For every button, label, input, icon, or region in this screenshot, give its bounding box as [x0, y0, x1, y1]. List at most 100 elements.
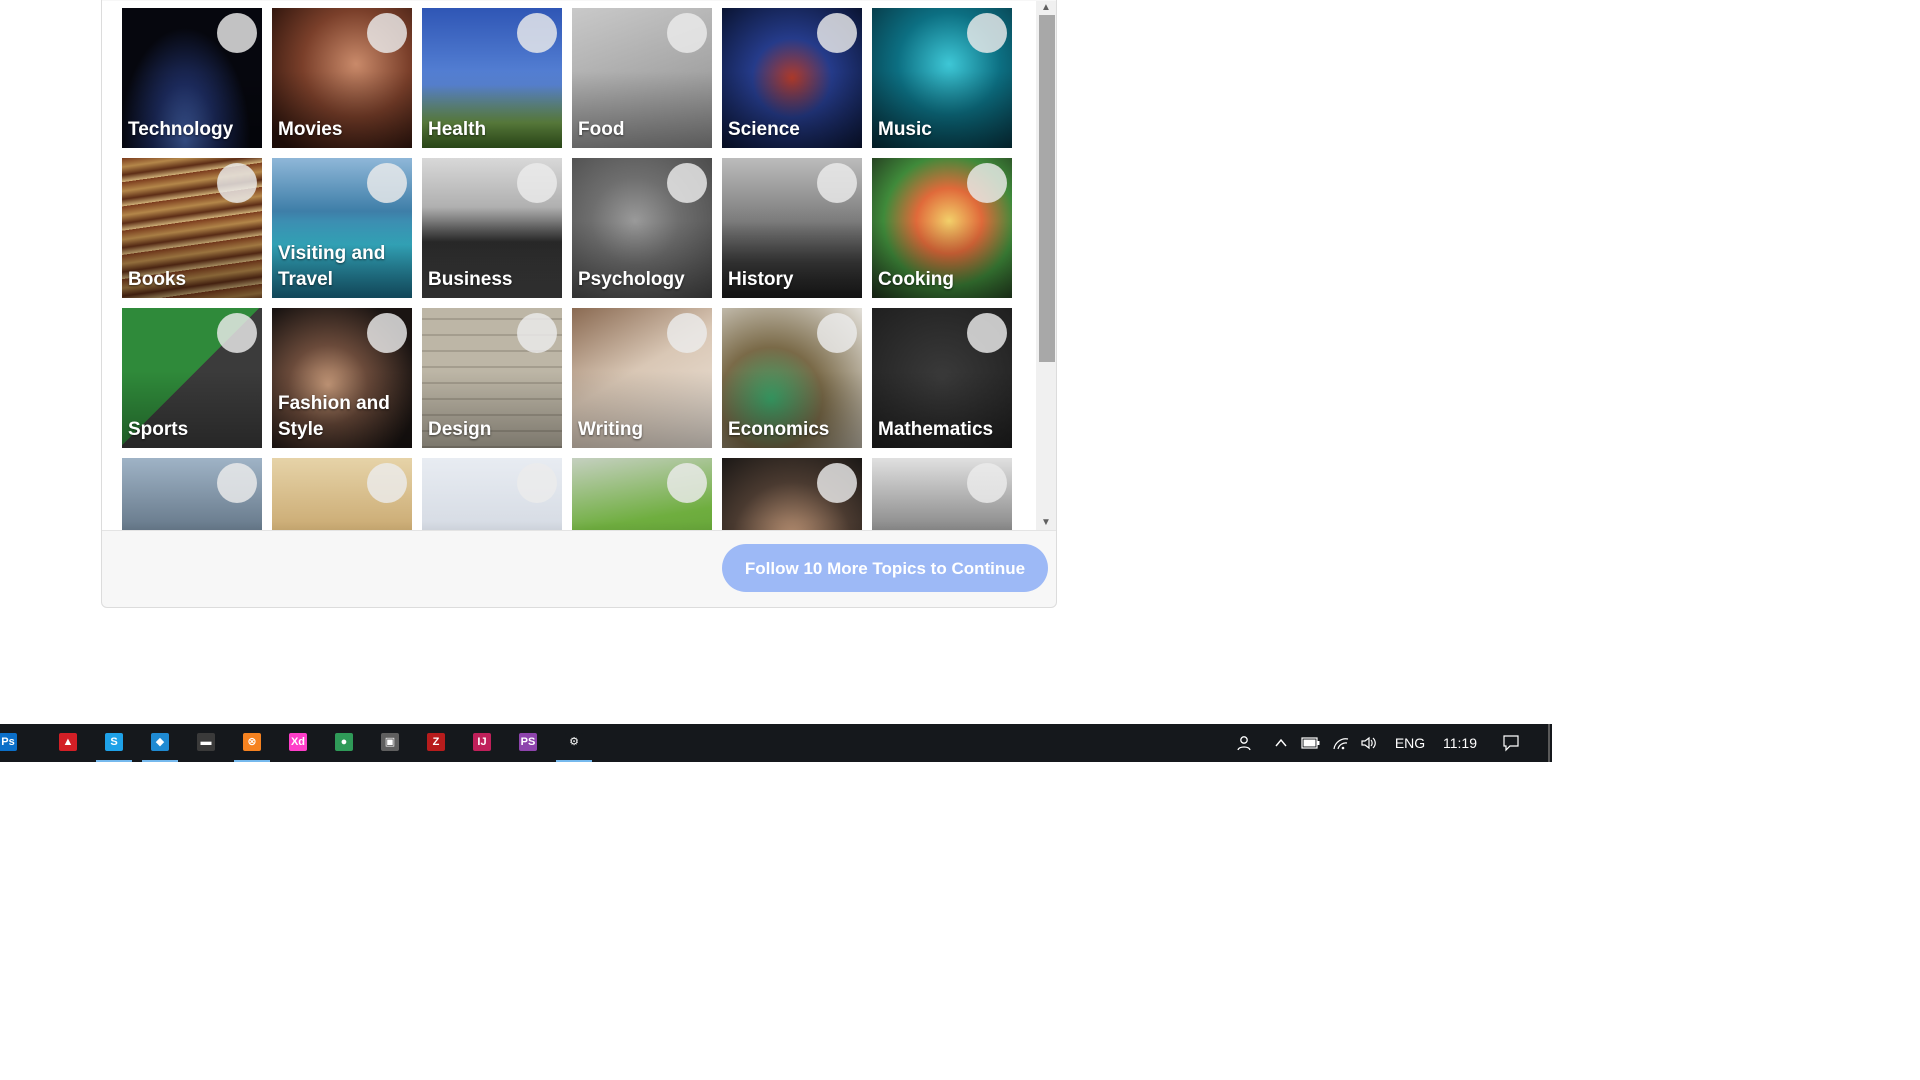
topic-label: Cooking: [878, 269, 954, 290]
topic-label: Visiting and Travel: [278, 243, 386, 290]
topic-tile[interactable]: Economics: [722, 308, 862, 448]
settings-taskbar-button[interactable]: ⚙: [554, 724, 594, 762]
clock[interactable]: 11:19: [1437, 724, 1483, 762]
terminal-taskbar-button[interactable]: ▬: [186, 724, 226, 762]
select-circle-icon[interactable]: [817, 463, 857, 503]
select-circle-icon[interactable]: [817, 13, 857, 53]
topic-label: Music: [878, 119, 932, 140]
image-viewer-taskbar-button[interactable]: ▣: [370, 724, 410, 762]
xampp-icon: ⊗: [243, 733, 261, 751]
wifi-icon[interactable]: [1330, 724, 1352, 762]
topic-label: Science: [728, 119, 800, 140]
topic-label: Health: [428, 119, 487, 140]
select-circle-icon[interactable]: [367, 163, 407, 203]
topic-label: History: [728, 269, 794, 290]
select-circle-icon[interactable]: [217, 13, 257, 53]
action-center-icon[interactable]: [1499, 724, 1523, 762]
acrobat-reader-icon: ▲: [59, 733, 77, 751]
topic-tile[interactable]: Books: [122, 158, 262, 298]
topic-label: Food: [578, 119, 625, 140]
photoshop-taskbar-button[interactable]: Ps: [0, 724, 28, 762]
select-circle-icon[interactable]: [217, 163, 257, 203]
scroll-down-arrow-icon[interactable]: ▼: [1036, 516, 1056, 530]
topic-tile[interactable]: History: [722, 158, 862, 298]
select-circle-icon[interactable]: [667, 313, 707, 353]
scroll-up-arrow-icon[interactable]: ▲: [1036, 1, 1056, 15]
select-circle-icon[interactable]: [517, 463, 557, 503]
show-desktop-button[interactable]: [1548, 724, 1550, 762]
windows-taskbar: Ps ▲ S ◆ ▬ ⊗ Xd ● ▣ Z IJ PS ⚙ ENG 11:19: [0, 724, 1552, 762]
select-circle-icon[interactable]: [967, 163, 1007, 203]
battery-icon[interactable]: [1300, 724, 1322, 762]
topic-tile[interactable]: Writing: [572, 308, 712, 448]
running-indicator: [142, 760, 178, 762]
intellij-taskbar-button[interactable]: IJ: [462, 724, 502, 762]
topic-tile[interactable]: [722, 458, 862, 530]
topic-tile[interactable]: Technology: [122, 8, 262, 148]
topics-scroll-area[interactable]: Technology Movies Health Food Science Music Bo…: [102, 1, 1036, 530]
select-circle-icon[interactable]: [667, 163, 707, 203]
intellij-icon: IJ: [473, 733, 491, 751]
running-indicator: [234, 760, 270, 762]
select-circle-icon[interactable]: [517, 313, 557, 353]
topic-label: Movies: [278, 119, 343, 140]
vscode-taskbar-button[interactable]: ◆: [140, 724, 180, 762]
select-circle-icon[interactable]: [517, 13, 557, 53]
topic-label: Fashion and Style: [278, 393, 390, 440]
topic-tile[interactable]: Mathematics: [872, 308, 1012, 448]
topic-tile[interactable]: Food: [572, 8, 712, 148]
topic-tile[interactable]: Fashion and Style: [272, 308, 412, 448]
select-circle-icon[interactable]: [367, 313, 407, 353]
running-indicator: [96, 760, 132, 762]
topic-label: Technology: [128, 119, 234, 140]
select-circle-icon[interactable]: [967, 13, 1007, 53]
volume-icon[interactable]: [1358, 724, 1380, 762]
scrollbar-thumb[interactable]: [1039, 15, 1055, 362]
gitkraken-taskbar-button[interactable]: ●: [324, 724, 364, 762]
topic-tile[interactable]: [872, 458, 1012, 530]
topic-tile[interactable]: Music: [872, 8, 1012, 148]
topic-tile[interactable]: [272, 458, 412, 530]
xampp-taskbar-button[interactable]: ⊗: [232, 724, 272, 762]
filezilla-taskbar-button[interactable]: Z: [416, 724, 456, 762]
topic-tile[interactable]: Sports: [122, 308, 262, 448]
topic-tile[interactable]: Design: [422, 308, 562, 448]
vscode-icon: ◆: [151, 733, 169, 751]
topic-label: Psychology: [578, 269, 685, 290]
follow-more-topics-button[interactable]: Follow 10 More Topics to Continue: [722, 544, 1048, 592]
select-circle-icon[interactable]: [817, 163, 857, 203]
select-circle-icon[interactable]: [367, 13, 407, 53]
topic-tile[interactable]: Movies: [272, 8, 412, 148]
select-circle-icon[interactable]: [217, 313, 257, 353]
topic-tile[interactable]: Health: [422, 8, 562, 148]
skype-taskbar-button[interactable]: S: [94, 724, 134, 762]
people-icon[interactable]: [1232, 724, 1256, 762]
select-circle-icon[interactable]: [967, 313, 1007, 353]
photoshop-icon: Ps: [0, 733, 17, 751]
topic-tile[interactable]: [422, 458, 562, 530]
select-circle-icon[interactable]: [817, 313, 857, 353]
select-circle-icon[interactable]: [967, 463, 1007, 503]
acrobat-reader-taskbar-button[interactable]: ▲: [48, 724, 88, 762]
filezilla-icon: Z: [427, 733, 445, 751]
input-language[interactable]: ENG: [1390, 724, 1430, 762]
select-circle-icon[interactable]: [517, 163, 557, 203]
phpstorm-taskbar-button[interactable]: PS: [508, 724, 548, 762]
select-circle-icon[interactable]: [667, 13, 707, 53]
topic-tile[interactable]: Psychology: [572, 158, 712, 298]
topic-tile[interactable]: [122, 458, 262, 530]
topic-label: Design: [428, 419, 492, 440]
vertical-scrollbar[interactable]: ▲ ▼: [1036, 1, 1056, 530]
topic-tile[interactable]: Science: [722, 8, 862, 148]
adobe-xd-taskbar-button[interactable]: Xd: [278, 724, 318, 762]
topic-tile[interactable]: Cooking: [872, 158, 1012, 298]
topic-tile[interactable]: Business: [422, 158, 562, 298]
select-circle-icon[interactable]: [667, 463, 707, 503]
topic-tile[interactable]: Visiting and Travel: [272, 158, 412, 298]
select-circle-icon[interactable]: [217, 463, 257, 503]
select-circle-icon[interactable]: [367, 463, 407, 503]
settings-icon: ⚙: [565, 733, 583, 751]
topic-tile[interactable]: [572, 458, 712, 530]
topic-label: Economics: [728, 419, 830, 440]
show-hidden-icons-chevron-icon[interactable]: [1271, 724, 1291, 762]
